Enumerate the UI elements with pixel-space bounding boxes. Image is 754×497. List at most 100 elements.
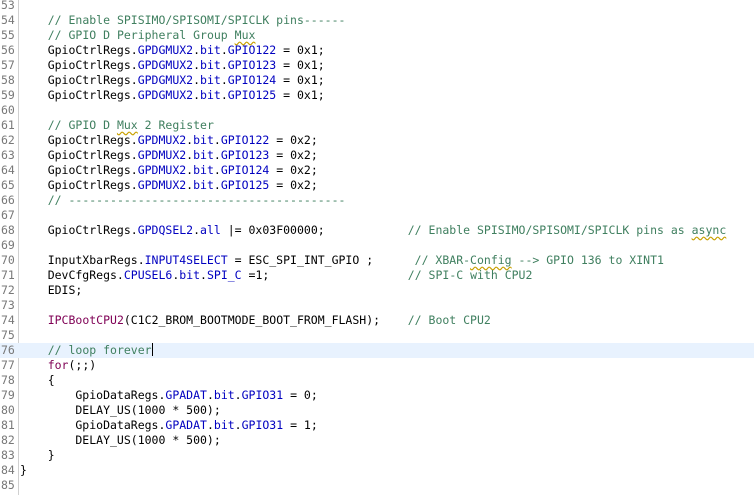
code-line[interactable]: 60 xyxy=(0,103,754,118)
code-token: } xyxy=(20,463,27,477)
code-token: bit xyxy=(213,388,235,402)
line-code: EDIS; xyxy=(20,283,83,298)
line-code: GpioCtrlRegs.GPDQSEL2.all |= 0x03F00000;… xyxy=(20,223,727,238)
code-token: GPDMUX2 xyxy=(137,163,187,177)
line-code: DELAY_US(1000 * 500); xyxy=(20,433,221,448)
code-line[interactable]: 63 GpioCtrlRegs.GPDMUX2.bit.GPIO123 = 0x… xyxy=(0,148,754,163)
line-code: // -------------------------------------… xyxy=(20,193,346,208)
code-token: . xyxy=(206,388,214,402)
code-token: } xyxy=(20,448,55,462)
code-line[interactable]: 78 { xyxy=(0,373,754,388)
line-code: GpioDataRegs.GPADAT.bit.GPIO31 = 0; xyxy=(20,388,317,403)
code-line[interactable]: 85 xyxy=(0,478,754,493)
code-token: // Enable SPISIMO/SPISOMI/SPICLK pins as xyxy=(407,223,692,237)
code-line[interactable]: 77 for(;;) xyxy=(0,358,754,373)
code-token: = 0x2; xyxy=(269,148,318,162)
code-token: // GPIO D Peripheral Group xyxy=(47,28,235,42)
code-token: . xyxy=(220,58,228,72)
code-line[interactable]: 73 xyxy=(0,298,754,313)
code-token: CPUSEL6 xyxy=(123,268,173,282)
line-code: } xyxy=(20,463,27,478)
line-code: InputXbarRegs.INPUT4SELECT = ESC_SPI_INT… xyxy=(20,253,664,268)
code-token: GpioCtrlRegs. xyxy=(20,178,138,192)
code-token: GPIO125 xyxy=(220,178,270,192)
code-token: GpioCtrlRegs. xyxy=(20,148,138,162)
code-token: GPIO124 xyxy=(227,73,277,87)
code-line[interactable]: 81 GpioDataRegs.GPADAT.bit.GPIO31 = 1; xyxy=(0,418,754,433)
code-token: GPDGMUX2 xyxy=(137,43,194,57)
code-token: GPDGMUX2 xyxy=(137,73,194,87)
code-token: = ESC_SPI_INT_GPIO ; xyxy=(227,253,415,267)
code-token: GpioCtrlRegs. xyxy=(20,88,138,102)
code-line[interactable]: 75 xyxy=(0,328,754,343)
code-token: (;;) xyxy=(68,358,97,372)
code-token: = 0x1; xyxy=(276,43,325,57)
code-token: Config xyxy=(470,253,512,267)
code-line[interactable]: 65 GpioCtrlRegs.GPDMUX2.bit.GPIO125 = 0x… xyxy=(0,178,754,193)
line-number: 67 xyxy=(1,208,15,222)
code-token: Mux xyxy=(116,118,138,132)
line-number: 75 xyxy=(1,328,15,342)
line-code: GpioCtrlRegs.GPDGMUX2.bit.GPIO123 = 0x1; xyxy=(20,58,325,73)
code-token: GPIO123 xyxy=(227,58,277,72)
current-code-line[interactable]: 76 // loop forever xyxy=(0,343,754,358)
code-line[interactable]: 67 xyxy=(0,208,754,223)
code-token: // GPIO D xyxy=(47,118,117,132)
code-token: { xyxy=(20,373,55,387)
code-line[interactable]: 64 GpioCtrlRegs.GPDMUX2.bit.GPIO124 = 0x… xyxy=(0,163,754,178)
code-token: GpioCtrlRegs. xyxy=(20,223,138,237)
line-number: 60 xyxy=(1,103,15,117)
code-token: DevCfgRegs. xyxy=(20,268,124,282)
code-line[interactable]: 61 // GPIO D Mux 2 Register xyxy=(0,118,754,133)
line-code: DevCfgRegs.CPUSEL6.bit.SPI_C =1; // SPI-… xyxy=(20,268,533,283)
code-line[interactable]: 62 GpioCtrlRegs.GPDMUX2.bit.GPIO122 = 0x… xyxy=(0,133,754,148)
code-token: bit xyxy=(179,268,201,282)
line-code: for(;;) xyxy=(20,358,96,373)
code-line[interactable]: 70 InputXbarRegs.INPUT4SELECT = ESC_SPI_… xyxy=(0,253,754,268)
code-token: = 0x2; xyxy=(269,178,318,192)
code-token: = 0x1; xyxy=(276,73,325,87)
code-token: . xyxy=(193,58,201,72)
code-line[interactable]: 84} xyxy=(0,463,754,478)
code-line[interactable]: 69 xyxy=(0,238,754,253)
code-line[interactable]: 54 // Enable SPISIMO/SPISOMI/SPICLK pins… xyxy=(0,13,754,28)
code-token: GPDGMUX2 xyxy=(137,58,194,72)
code-line[interactable]: 74 IPCBootCPU2(C1C2_BROM_BOOTMODE_BOOT_F… xyxy=(0,313,754,328)
code-line[interactable]: 53 xyxy=(0,0,754,13)
code-token: GPIO31 xyxy=(241,388,284,402)
code-token: async xyxy=(691,223,727,237)
code-line[interactable]: 71 DevCfgRegs.CPUSEL6.bit.SPI_C =1; // S… xyxy=(0,268,754,283)
code-line[interactable]: 58 GpioCtrlRegs.GPDGMUX2.bit.GPIO124 = 0… xyxy=(0,73,754,88)
code-token: GpioDataRegs. xyxy=(20,418,166,432)
line-code: GpioCtrlRegs.GPDMUX2.bit.GPIO123 = 0x2; xyxy=(20,148,318,163)
code-token: Mux xyxy=(234,28,256,42)
code-line[interactable]: 83 } xyxy=(0,448,754,463)
code-token: // -------------------------------------… xyxy=(47,193,346,207)
code-line[interactable]: 57 GpioCtrlRegs.GPDGMUX2.bit.GPIO123 = 0… xyxy=(0,58,754,73)
code-token: GPDGMUX2 xyxy=(137,88,194,102)
code-line[interactable]: 80 DELAY_US(1000 * 500); xyxy=(0,403,754,418)
code-token: INPUT4SELECT xyxy=(144,253,228,267)
code-line[interactable]: 66 // ----------------------------------… xyxy=(0,193,754,208)
code-token: GpioCtrlRegs. xyxy=(20,73,138,87)
code-token: GPIO125 xyxy=(227,88,277,102)
code-token: . xyxy=(220,73,228,87)
code-token: DELAY_US(1000 * 500); xyxy=(20,433,221,447)
code-line[interactable]: 55 // GPIO D Peripheral Group Mux xyxy=(0,28,754,43)
code-token: bit xyxy=(193,163,214,177)
code-line[interactable]: 56 GpioCtrlRegs.GPDGMUX2.bit.GPIO122 = 0… xyxy=(0,43,754,58)
code-token: // SPI-C with CPU2 xyxy=(407,268,533,282)
code-line[interactable]: 79 GpioDataRegs.GPADAT.bit.GPIO31 = 0; xyxy=(0,388,754,403)
code-editor[interactable]: 53 54 // Enable SPISIMO/SPISOMI/SPICLK pi… xyxy=(0,0,754,497)
code-line[interactable]: 68 GpioCtrlRegs.GPDQSEL2.all |= 0x03F000… xyxy=(0,223,754,238)
code-line[interactable]: 72 EDIS; xyxy=(0,283,754,298)
code-line[interactable]: 59 GpioCtrlRegs.GPDGMUX2.bit.GPIO125 = 0… xyxy=(0,88,754,103)
line-code: GpioCtrlRegs.GPDGMUX2.bit.GPIO125 = 0x1; xyxy=(20,88,325,103)
code-token: // Boot CPU2 xyxy=(407,313,491,327)
code-token: GPADAT xyxy=(165,418,207,432)
code-token: GpioCtrlRegs. xyxy=(20,133,138,147)
code-token: GPDQSEL2 xyxy=(137,223,194,237)
code-line[interactable]: 82 DELAY_US(1000 * 500); xyxy=(0,433,754,448)
